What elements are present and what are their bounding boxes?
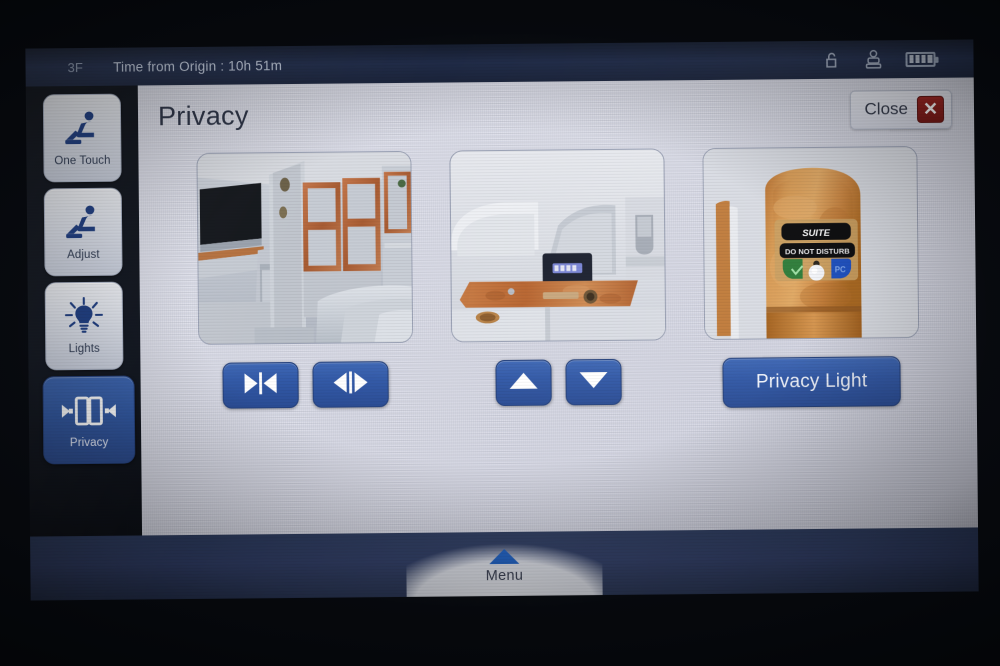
photo-background: 3F Time from Origin : 10h 51m One Touch … (0, 0, 1000, 666)
suite-door-panel-photo: SUITE DO NOT DISTURB PC (701, 146, 919, 341)
divider-open-button[interactable] (222, 361, 299, 409)
battery-icon (905, 51, 936, 67)
content-panel: Privacy Close ✕ SUITE DO NOT DISTURB PC … (137, 77, 979, 536)
sidebar-item-adjust[interactable]: Adjust (43, 187, 123, 277)
arrow-down-icon (577, 368, 609, 395)
time-from-origin: Time from Origin : 10h 51m (113, 57, 283, 75)
menu-label: Menu (485, 567, 524, 585)
thumbnail-row: SUITE DO NOT DISTURB PC Privacy Light (138, 139, 977, 413)
divider-close-button[interactable] (312, 361, 389, 408)
ife-screen: 3F Time from Origin : 10h 51m One Touch … (25, 39, 979, 601)
ife-screen-wrapper: 3F Time from Origin : 10h 51m One Touch … (15, 29, 989, 611)
sidebar-item-label: Adjust (67, 248, 100, 262)
sidebar-item-lights[interactable]: Lights (44, 281, 124, 371)
bottom-bar: Menu (30, 527, 979, 601)
light-bulb-icon (62, 292, 106, 342)
sidebar-item-label: Privacy (69, 436, 109, 450)
close-x-icon: ✕ (916, 95, 945, 123)
page-title: Privacy (157, 99, 249, 131)
sidebar-item-privacy[interactable]: Privacy (42, 375, 136, 465)
privacy-light-row: Privacy Light (722, 356, 901, 408)
call-attendant-icon (865, 49, 882, 69)
privacy-light-button[interactable]: Privacy Light (722, 356, 901, 408)
close-button[interactable]: Close ✕ (849, 89, 953, 130)
divider-up-button[interactable] (495, 359, 552, 407)
privacy-height-group (448, 148, 666, 410)
seat-recline-icon (60, 104, 104, 154)
main-body: One Touch Adjust Lights Privacy Privacy … (25, 77, 979, 537)
divider-open-icon (235, 369, 285, 402)
sidebar-item-one-touch[interactable]: One Touch (42, 93, 122, 183)
sidebar-item-label: Lights (68, 342, 100, 356)
seat-number: 3F (67, 59, 84, 75)
divider-down-button[interactable] (565, 358, 622, 406)
arrow-up-icon (507, 369, 539, 396)
privacy-divider-group (195, 150, 413, 413)
svg-text:DO NOT DISTURB: DO NOT DISTURB (784, 247, 849, 257)
suite-divider-photo (195, 150, 413, 345)
svg-text:PC: PC (834, 265, 845, 274)
menu-tab[interactable]: Menu (406, 539, 603, 597)
privacy-light-group: SUITE DO NOT DISTURB PC Privacy Light (701, 146, 919, 408)
sidebar-item-label: One Touch (54, 154, 111, 168)
seat-console-photo (448, 148, 666, 343)
height-control-row (495, 358, 622, 407)
divider-close-icon (325, 368, 375, 401)
svg-text:SUITE: SUITE (802, 227, 831, 238)
status-icon-group (821, 48, 936, 70)
privacy-divider-icon (58, 386, 120, 437)
triangle-up-icon (489, 548, 520, 565)
close-button-label: Close (864, 99, 909, 119)
panel-header: Privacy Close ✕ (138, 77, 975, 147)
divider-control-row (222, 361, 389, 409)
unlock-icon (826, 52, 837, 68)
seat-recline-icon (61, 198, 105, 248)
sidebar: One Touch Adjust Lights Privacy (25, 85, 143, 537)
